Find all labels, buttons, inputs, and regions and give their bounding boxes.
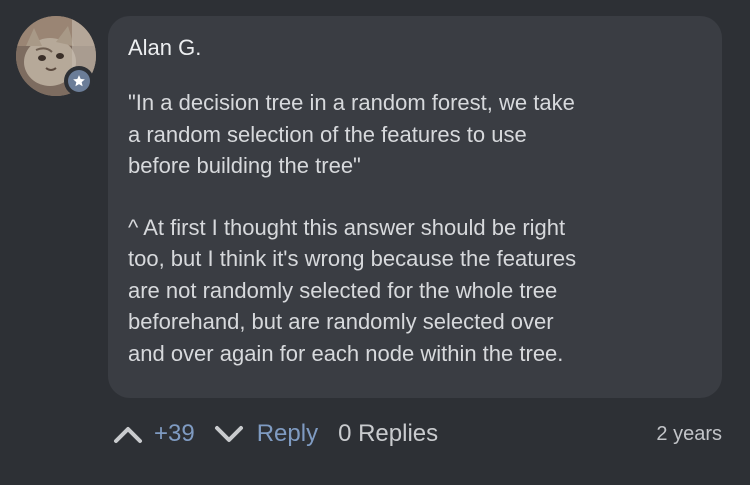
upvote-button[interactable] (108, 414, 148, 454)
comment-paragraph: "In a decision tree in a random forest, … (128, 90, 575, 178)
reply-button[interactable]: Reply (257, 420, 318, 448)
star-icon (73, 75, 85, 87)
vote-score: +39 (154, 420, 195, 447)
comment-actions: +39 Reply 0 Replies 2 years (108, 414, 722, 454)
comment-timestamp: 2 years (656, 422, 722, 445)
comment-paragraph: ^ At first I thought this answer should … (128, 214, 577, 366)
comment-bubble: Alan G. "In a decision tree in a random … (108, 16, 722, 398)
replies-count-button[interactable]: 0 Replies (338, 420, 438, 448)
chevron-up-icon (114, 427, 142, 443)
moderator-badge (64, 66, 94, 96)
comment-author[interactable]: Alan G. (128, 34, 702, 62)
downvote-button[interactable] (209, 414, 249, 454)
chevron-down-icon (214, 426, 243, 442)
